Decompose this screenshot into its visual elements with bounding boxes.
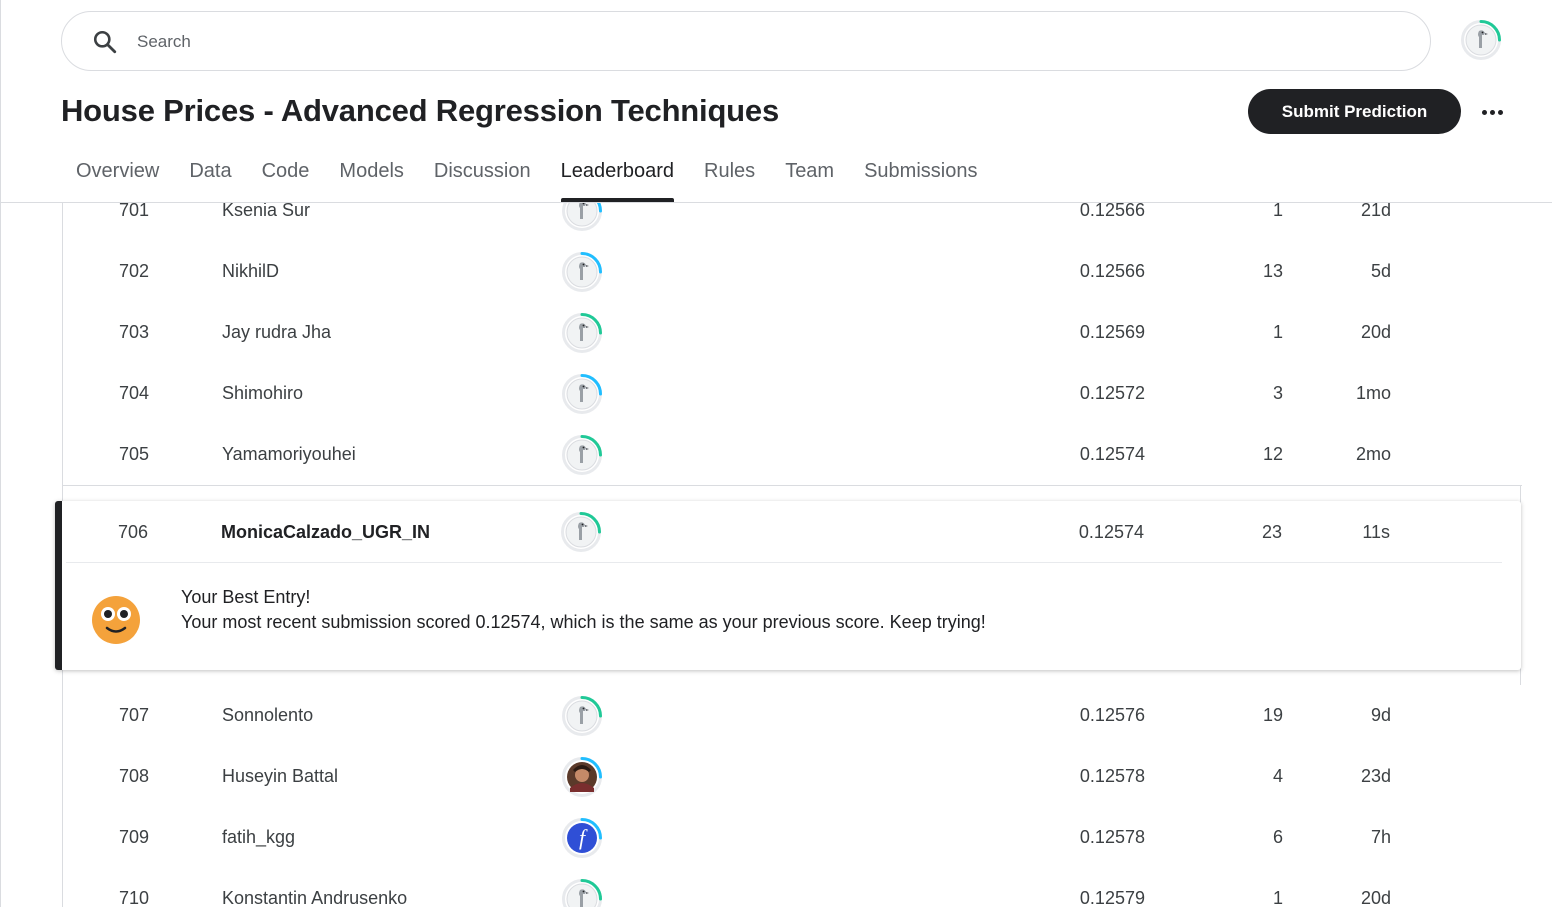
tab-leaderboard[interactable]: Leaderboard bbox=[546, 150, 689, 202]
rank: 710 bbox=[119, 888, 150, 907]
tab-code[interactable]: Code bbox=[247, 150, 325, 202]
best-entry-message: Your Best Entry! Your most recent submis… bbox=[181, 585, 986, 635]
rank: 703 bbox=[119, 322, 150, 342]
default-avatar-icon[interactable] bbox=[561, 302, 603, 363]
competition-tabs: Overview Data Code Models Discussion Leaderbo… bbox=[61, 150, 992, 202]
last-submission: 20d bbox=[1360, 322, 1391, 342]
search-icon bbox=[93, 30, 117, 54]
submit-prediction-button[interactable]: Submit Prediction bbox=[1248, 89, 1461, 134]
rank: 706 bbox=[118, 521, 149, 542]
smiley-emoji-icon bbox=[92, 596, 140, 644]
score: 0.12574 bbox=[1079, 444, 1145, 464]
team-name[interactable]: Huseyin Battal bbox=[222, 746, 542, 807]
tab-submissions[interactable]: Submissions bbox=[849, 150, 992, 202]
competition-header: House Prices - Advanced Regression Techn… bbox=[1, 0, 1552, 203]
message-title: Your Best Entry! bbox=[181, 587, 311, 607]
entries: 3 bbox=[1272, 383, 1283, 403]
score: 0.12566 bbox=[1079, 261, 1145, 281]
table-row[interactable]: 710 Konstantin Andrusenko 0.12579 1 20d bbox=[63, 868, 1522, 907]
default-avatar-icon[interactable] bbox=[561, 241, 603, 302]
last-submission: 20d bbox=[1360, 888, 1391, 907]
default-avatar-icon[interactable] bbox=[561, 424, 603, 485]
entries: 12 bbox=[1262, 444, 1283, 464]
table-row[interactable]: 709 fatih_kgg f 0.12578 6 7h bbox=[63, 807, 1522, 869]
tab-discussion[interactable]: Discussion bbox=[419, 150, 546, 202]
search-input[interactable] bbox=[137, 30, 1337, 54]
tab-data[interactable]: Data bbox=[174, 150, 246, 202]
tab-models[interactable]: Models bbox=[324, 150, 418, 202]
entries: 19 bbox=[1262, 705, 1283, 725]
entries: 13 bbox=[1262, 261, 1283, 281]
search-bar[interactable] bbox=[61, 11, 1431, 71]
score: 0.12576 bbox=[1079, 705, 1145, 725]
score: 0.12574 bbox=[1078, 521, 1144, 542]
team-name[interactable]: Jay rudra Jha bbox=[222, 302, 542, 363]
entries: 23 bbox=[1261, 521, 1282, 542]
more-options-icon[interactable] bbox=[1475, 95, 1509, 129]
table-row[interactable]: 707 Sonnolento 0.12576 19 9d bbox=[63, 685, 1522, 747]
team-name[interactable]: MonicaCalzado_UGR_IN bbox=[221, 501, 541, 563]
team-name[interactable]: Yamamoriyouhei bbox=[222, 424, 542, 485]
table-row[interactable]: 705 Yamamoriyouhei 0.12574 12 2mo bbox=[63, 424, 1522, 486]
default-avatar-icon[interactable] bbox=[561, 685, 603, 746]
entries: 1 bbox=[1272, 322, 1283, 342]
letter-f-avatar-icon[interactable]: f bbox=[561, 807, 603, 868]
score: 0.12572 bbox=[1079, 383, 1145, 403]
score: 0.12578 bbox=[1079, 766, 1145, 786]
tab-rules[interactable]: Rules bbox=[689, 150, 770, 202]
tab-overview[interactable]: Overview bbox=[61, 150, 174, 202]
table-row[interactable]: 708 Huseyin Battal 0.12578 4 23d bbox=[63, 746, 1522, 808]
team-name[interactable]: Shimohiro bbox=[222, 363, 542, 424]
default-avatar-icon[interactable] bbox=[561, 363, 603, 424]
user-avatar-icon[interactable] bbox=[1460, 19, 1502, 61]
team-name[interactable]: Sonnolento bbox=[222, 685, 542, 746]
team-name[interactable]: Konstantin Andrusenko bbox=[222, 868, 542, 907]
last-submission: 11s bbox=[1362, 521, 1390, 542]
table-row[interactable]: 704 Shimohiro 0.12572 3 1mo bbox=[63, 363, 1522, 425]
last-submission: 7h bbox=[1370, 827, 1391, 847]
default-avatar-icon[interactable] bbox=[561, 868, 603, 907]
table-row[interactable]: 702 NikhilD 0.12566 13 5d bbox=[63, 241, 1522, 303]
entries: 1 bbox=[1272, 888, 1283, 907]
team-name[interactable]: fatih_kgg bbox=[222, 807, 542, 868]
my-entry-row[interactable]: 706 MonicaCalzado_UGR_IN 0.12574 23 11s bbox=[62, 501, 1521, 563]
last-submission: 5d bbox=[1370, 261, 1391, 281]
rank: 707 bbox=[119, 705, 150, 725]
tab-team[interactable]: Team bbox=[770, 150, 849, 202]
table-row[interactable]: 703 Jay rudra Jha 0.12569 1 20d bbox=[63, 302, 1522, 364]
kaggle-page: 701 Ksenia Sur 0.12566 1 21d 702 NikhilD 0.1256… bbox=[0, 0, 1552, 907]
last-submission: 9d bbox=[1370, 705, 1391, 725]
score: 0.12578 bbox=[1079, 827, 1145, 847]
last-submission: 1mo bbox=[1355, 383, 1391, 403]
last-submission: 2mo bbox=[1355, 444, 1391, 464]
rank: 709 bbox=[119, 827, 150, 847]
divider bbox=[66, 562, 1502, 563]
rank: 704 bbox=[119, 383, 150, 403]
entries: 4 bbox=[1272, 766, 1283, 786]
my-entry-card: 706 MonicaCalzado_UGR_IN 0.12574 23 11s … bbox=[55, 501, 1521, 670]
score: 0.12579 bbox=[1079, 888, 1145, 907]
team-name[interactable]: NikhilD bbox=[222, 241, 542, 302]
page-title: House Prices - Advanced Regression Techn… bbox=[61, 93, 780, 128]
entries: 6 bbox=[1272, 827, 1283, 847]
rank: 702 bbox=[119, 261, 150, 281]
rank: 705 bbox=[119, 444, 150, 464]
last-submission: 23d bbox=[1360, 766, 1391, 786]
message-body: Your most recent submission scored 0.125… bbox=[181, 612, 986, 632]
avatar[interactable] bbox=[560, 501, 602, 563]
photo-avatar-icon[interactable] bbox=[561, 746, 603, 807]
score: 0.12569 bbox=[1079, 322, 1145, 342]
rank: 708 bbox=[119, 766, 150, 786]
